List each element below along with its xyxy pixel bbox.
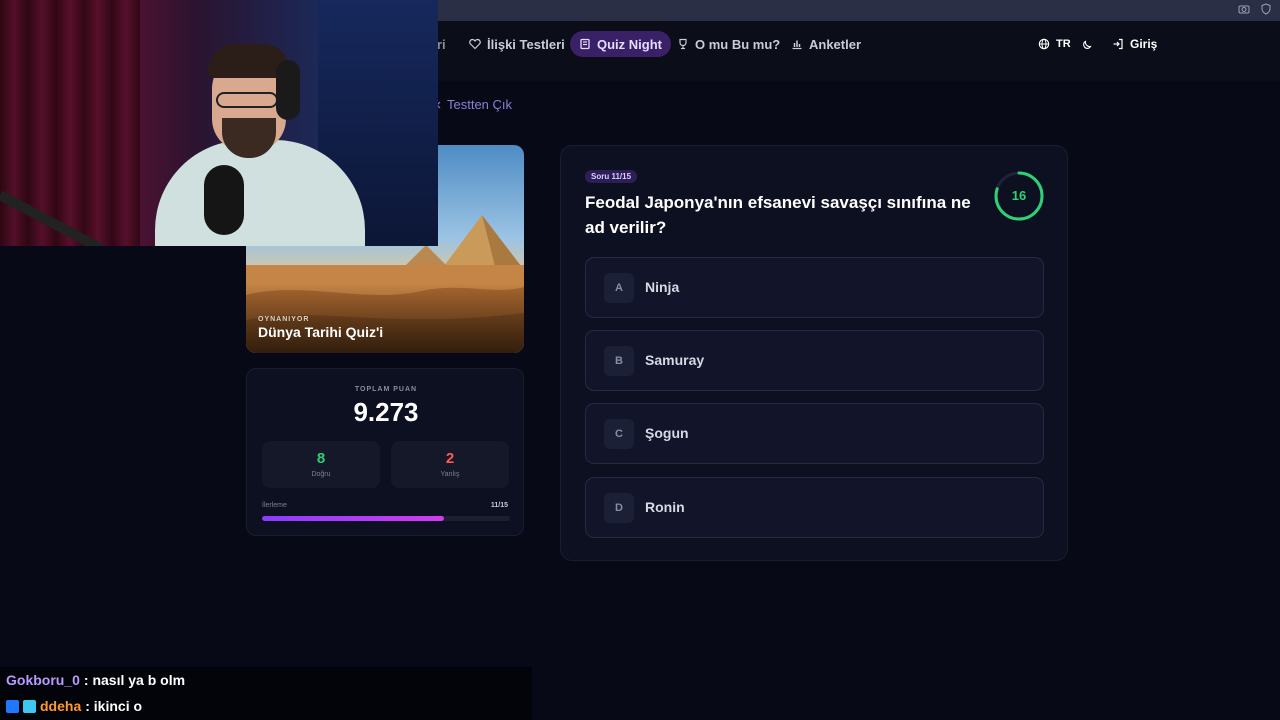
theme-toggle[interactable] <box>1082 31 1094 57</box>
answer-text: Şogun <box>645 425 689 441</box>
nav-item-cut[interactable]: ri <box>437 31 446 57</box>
answer-letter: A <box>604 273 634 303</box>
stream-chat: Gokboru_0 : nasıl ya b olm ddeha : ikinc… <box>0 667 532 720</box>
countdown-timer: 16 <box>993 170 1045 222</box>
nav-item-label: Quiz Night <box>597 36 662 52</box>
book-icon <box>580 38 590 50</box>
login-label: Giriş <box>1130 37 1158 51</box>
progress-label: İlerleme <box>262 502 287 509</box>
answer-letter: D <box>604 493 634 523</box>
chat-message: ddeha : ikinci o <box>6 696 142 716</box>
correct-label: Doğru <box>311 471 331 478</box>
answer-option-d[interactable]: D Ronin <box>585 477 1044 538</box>
timer-value: 16 <box>1011 188 1027 203</box>
answer-option-c[interactable]: C Şogun <box>585 403 1044 464</box>
total-score-label: TOPLAM PUAN <box>354 386 418 393</box>
question-panel: Soru 11/15 Feodal Japonya'nın efsanevi s… <box>560 145 1068 561</box>
nav-item-o-mu-bu-mu[interactable]: O mu Bu mu? <box>677 31 780 57</box>
exit-test-link[interactable]: Testten Çık <box>433 97 512 112</box>
total-score-value: 9.273 <box>353 397 419 427</box>
answer-text: Samuray <box>645 352 705 368</box>
moon-icon <box>1083 40 1092 49</box>
quiz-title: Dünya Tarihi Quiz'i <box>258 324 384 340</box>
wrong-count: 2 <box>445 450 455 467</box>
score-card: TOPLAM PUAN 9.273 8 Doğru 2 Yanlış İlerl… <box>246 368 524 536</box>
answer-text: Ronin <box>645 499 685 515</box>
trophy-icon <box>679 38 687 50</box>
globe-icon <box>1038 38 1050 50</box>
chat-text: : ikinci o <box>85 698 143 714</box>
correct-stat: 8 Doğru <box>262 441 380 488</box>
chat-badge-icon <box>23 699 36 713</box>
login-icon <box>1113 38 1123 50</box>
wrong-label: Yanlış <box>440 471 460 478</box>
nav-item-label: O mu Bu mu? <box>695 36 781 52</box>
playing-label: OYNANIYOR <box>258 316 310 323</box>
webcam-overlay <box>0 0 438 246</box>
nav-item-label: Anketler <box>809 36 862 52</box>
progress-bar-fill <box>262 516 444 521</box>
language-switcher[interactable]: TR <box>1038 31 1071 57</box>
camera-icon[interactable] <box>1238 3 1250 15</box>
chat-username: Gokboru_0 <box>6 672 80 688</box>
wrong-stat: 2 Yanlış <box>391 441 509 488</box>
shield-icon[interactable] <box>1260 3 1272 15</box>
question-number-badge: Soru 11/15 <box>585 170 638 183</box>
nav-item-iliski-testleri[interactable]: İlişki Testleri <box>469 31 565 57</box>
progress-count: 11/15 <box>490 502 508 509</box>
correct-count: 8 <box>316 450 326 467</box>
heart-icon <box>469 38 481 50</box>
language-label: TR <box>1056 38 1071 50</box>
streamer-glasses <box>216 92 278 108</box>
nav-item-label: İlişki Testleri <box>487 36 565 52</box>
login-button[interactable]: Giriş <box>1112 31 1157 57</box>
answer-text: Ninja <box>645 279 680 295</box>
chat-badge-icon <box>6 699 19 713</box>
nav-item-anketler[interactable]: Anketler <box>791 31 861 57</box>
bar-chart-icon <box>792 40 802 50</box>
answer-letter: B <box>604 346 634 376</box>
nav-cut-label: ri <box>437 36 446 52</box>
headphone-icon <box>276 60 300 120</box>
chat-text: : nasıl ya b olm <box>83 672 186 688</box>
progress-bar <box>262 516 510 521</box>
answer-letter: C <box>604 419 634 449</box>
answer-option-a[interactable]: A Ninja <box>585 257 1044 318</box>
microphone-icon <box>204 165 244 235</box>
nav-item-quiz-night[interactable]: Quiz Night <box>570 31 671 57</box>
question-text: Feodal Japonya'nın efsanevi savaşçı sını… <box>585 193 971 237</box>
answer-option-b[interactable]: B Samuray <box>585 330 1044 391</box>
chat-message: Gokboru_0 : nasıl ya b olm <box>6 670 185 690</box>
exit-test-label: Testten Çık <box>447 97 513 112</box>
chat-username: ddeha <box>40 698 82 714</box>
